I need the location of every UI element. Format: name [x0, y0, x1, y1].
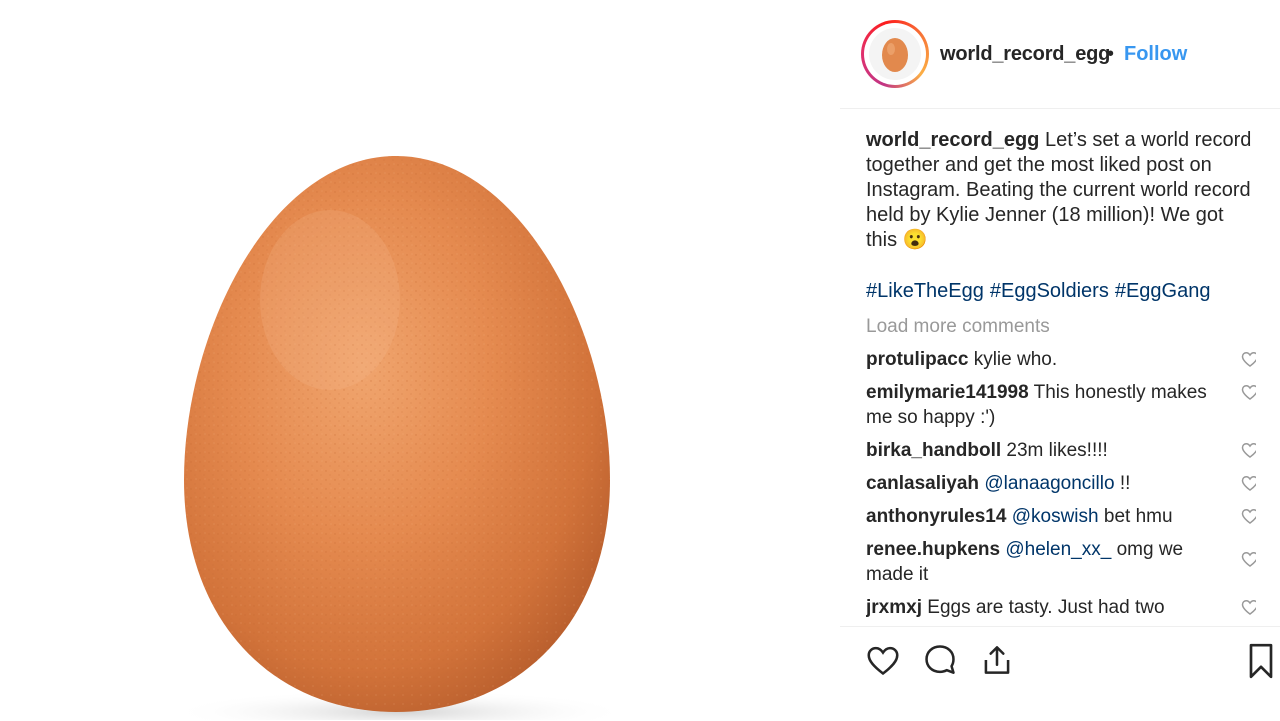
comment-bubble-icon[interactable]: [921, 641, 959, 679]
comment-item: renee.hupkens @helen_xx_ omg we made it: [866, 537, 1256, 587]
comment-username[interactable]: birka_handboll: [866, 440, 1001, 461]
comment-item: birka_handboll 23m likes!!!!: [866, 438, 1256, 463]
heart-icon[interactable]: [1240, 549, 1256, 569]
hashtag-link[interactable]: #LikeTheEgg: [866, 280, 984, 302]
comment-username[interactable]: jrxmxj: [866, 597, 922, 618]
comment-username[interactable]: emilymarie141998: [866, 382, 1029, 403]
comment-username[interactable]: anthonyrules14: [866, 506, 1006, 527]
heart-icon[interactable]: [1240, 597, 1256, 617]
comment-username[interactable]: canlasaliyah: [866, 473, 979, 494]
comment-text: !!: [1119, 473, 1131, 494]
comment-mention[interactable]: @helen_xx_: [1005, 539, 1111, 560]
follow-button[interactable]: Follow: [1124, 43, 1187, 66]
egg-avatar-icon: [869, 28, 921, 80]
comment-item: protulipacc kylie who.: [866, 347, 1256, 372]
post-action-bar: [840, 626, 1280, 721]
post-panel: world_record_egg • Follow world_record_e…: [840, 0, 1280, 720]
comment-text: 23m likes!!!!: [1006, 440, 1108, 461]
header-separator: •: [1107, 43, 1115, 65]
comment-item: jrxmxj Eggs are tasty. Just had two: [866, 595, 1256, 620]
load-more-comments-button[interactable]: Load more comments: [866, 314, 1256, 339]
caption-emoji: 😮: [902, 229, 928, 251]
post-image[interactable]: [0, 0, 840, 720]
hashtag-link[interactable]: #EggGang: [1115, 280, 1211, 302]
heart-icon[interactable]: [864, 641, 902, 679]
comment-username[interactable]: renee.hupkens: [866, 539, 1000, 560]
caption-username[interactable]: world_record_egg: [866, 129, 1039, 151]
comments-list[interactable]: world_record_egg Let’s set a world recor…: [866, 128, 1256, 628]
post-caption: world_record_egg Let’s set a world recor…: [866, 128, 1256, 253]
heart-icon[interactable]: [1240, 440, 1256, 460]
post-author-username[interactable]: world_record_egg: [940, 43, 1110, 66]
heart-icon[interactable]: [1240, 382, 1256, 402]
comment-text: bet hmu: [1103, 506, 1173, 527]
hashtag-link[interactable]: #EggSoldiers: [990, 280, 1109, 302]
comment-item: anthonyrules14 @koswish bet hmu: [866, 504, 1256, 529]
heart-icon[interactable]: [1240, 473, 1256, 493]
comment-item: canlasaliyah @lanaagoncillo !!: [866, 471, 1256, 496]
bookmark-icon[interactable]: [1244, 641, 1278, 681]
post-header: world_record_egg • Follow: [840, 0, 1280, 109]
comment-text: Eggs are tasty. Just had two: [927, 597, 1165, 618]
comment-mention[interactable]: @koswish: [1012, 506, 1099, 527]
heart-icon[interactable]: [1240, 506, 1256, 526]
comment-item: emilymarie141998 This honestly makes me …: [866, 380, 1256, 430]
comment-text: kylie who.: [973, 349, 1058, 370]
hashtag-list: #LikeTheEgg #EggSoldiers #EggGang: [866, 279, 1256, 304]
comment-mention[interactable]: @lanaagoncillo: [984, 473, 1114, 494]
share-icon[interactable]: [978, 641, 1016, 679]
heart-icon[interactable]: [1240, 349, 1256, 369]
egg-photo: [170, 156, 630, 720]
comment-username[interactable]: protulipacc: [866, 349, 968, 370]
avatar[interactable]: [861, 20, 929, 88]
